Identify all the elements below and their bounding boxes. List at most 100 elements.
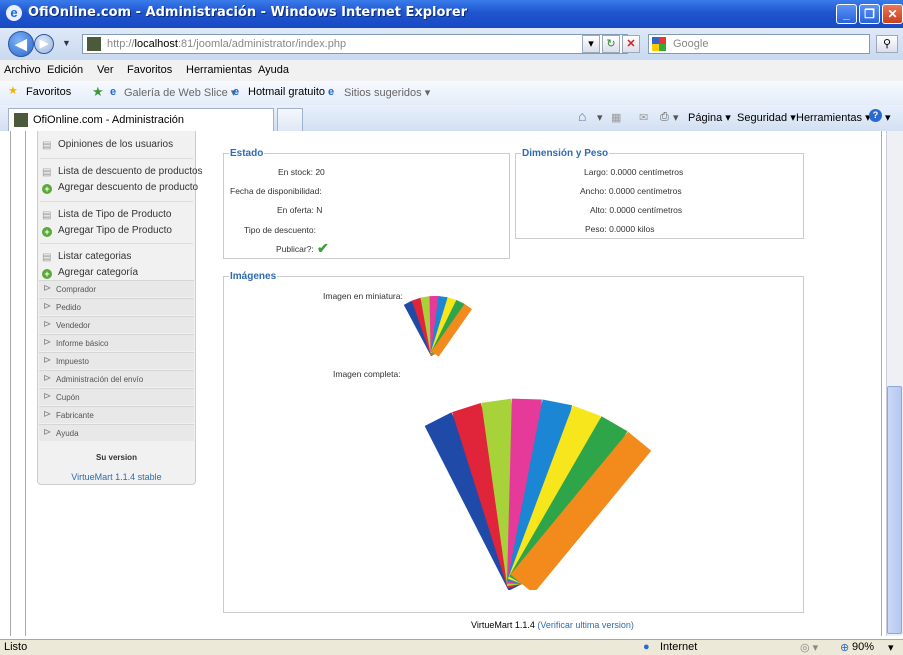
- sidebar-group-fabricante[interactable]: ⊳ Fabricante: [39, 406, 194, 423]
- sidebar-group-informe[interactable]: ⊳ Informe básico: [39, 334, 194, 351]
- search-icon[interactable]: ⚲: [876, 35, 898, 53]
- sidebar-group-vendedor[interactable]: ⊳ Vendedor: [39, 316, 194, 333]
- home-dropdown-icon[interactable]: ▾: [597, 111, 603, 124]
- group-label: Fabricante: [56, 411, 94, 420]
- stock-label: En stock: 20: [278, 167, 325, 177]
- dimension-legend: Dimensión y Peso: [521, 148, 610, 159]
- product-full-image[interactable]: [398, 394, 662, 594]
- oferta-label: En oferta: N: [277, 205, 323, 215]
- status-bar: Listo ● Internet ◎ ▾ ⊕ 90% ▾: [0, 639, 903, 655]
- sidebar-group-impuesto[interactable]: ⊳ Impuesto: [39, 352, 194, 369]
- zoom-level[interactable]: 90%: [852, 641, 874, 653]
- sidebar-group-comprador[interactable]: ⊳ Comprador: [39, 280, 194, 297]
- status-text: Listo: [4, 641, 28, 653]
- completa-label: Imagen completa:: [333, 369, 401, 379]
- sidebar-item-listar-categorias[interactable]: Listar categorias: [58, 251, 131, 262]
- feeds-icon[interactable]: ▦: [611, 111, 621, 124]
- menu-favoritos[interactable]: Favoritos: [127, 64, 172, 76]
- tab-active[interactable]: OfiOnline.com - Administración: [8, 108, 274, 131]
- url-host: localhost: [134, 38, 178, 50]
- forward-button[interactable]: ▶: [34, 34, 54, 54]
- document-icon: ▤: [42, 210, 52, 221]
- full-fan-graphic: [424, 398, 652, 594]
- group-label: Administración del envío: [56, 375, 144, 384]
- favorites-bar: ★ Favoritos ★ e Galería de Web Slice ▾ e…: [0, 81, 903, 106]
- help-dropdown-icon[interactable]: ▾: [885, 111, 891, 124]
- help-icon[interactable]: ?: [869, 109, 882, 122]
- refresh-icon[interactable]: ↻: [602, 35, 620, 53]
- sidebar-item-lista-tipo[interactable]: Lista de Tipo de Producto: [58, 209, 171, 220]
- thumbnail-fan-graphic: [403, 295, 472, 357]
- pagina-menu[interactable]: Página ▾: [688, 111, 731, 124]
- sidebar-item-agregar-descuento[interactable]: Agregar descuento de producto: [58, 182, 198, 193]
- group-label: Impuesto: [56, 357, 89, 366]
- expand-icon: ⊳: [43, 319, 52, 330]
- favorites-item-suggested[interactable]: Sitios sugeridos ▾: [344, 86, 430, 99]
- url-prefix: http://: [107, 38, 135, 50]
- address-bar: ◀ ▶ ▼ http://localhost:81/joomla/adminis…: [0, 28, 903, 60]
- favorites-item-webslice[interactable]: Galería de Web Slice ▾: [124, 86, 236, 99]
- admin-sidebar: ▤ Opiniones de los usuarios ▤ Lista de d…: [37, 131, 203, 485]
- sidebar-group-ayuda[interactable]: ⊳ Ayuda: [39, 424, 194, 441]
- tab-favicon-icon: [14, 113, 28, 127]
- print-dropdown-icon[interactable]: ▾: [673, 111, 679, 124]
- add-icon: +: [42, 227, 52, 237]
- sidebar-item-agregar-categoria[interactable]: Agregar categoría: [58, 267, 138, 278]
- sidebar-group-envio[interactable]: ⊳ Administración del envío: [39, 370, 194, 387]
- new-tab-button[interactable]: [277, 108, 303, 131]
- hotmail-ie-icon: e: [233, 86, 240, 98]
- menu-ayuda[interactable]: Ayuda: [258, 64, 289, 76]
- group-label: Comprador: [56, 285, 97, 294]
- add-favorite-icon[interactable]: ★: [92, 84, 104, 100]
- close-button[interactable]: ✕: [882, 4, 903, 24]
- internet-globe-icon: ●: [643, 641, 650, 653]
- search-placeholder: Google: [673, 38, 709, 50]
- miniatura-label: Imagen en miniatura:: [323, 291, 403, 301]
- sidebar-group-pedido[interactable]: ⊳ Pedido: [39, 298, 194, 315]
- document-icon: ▤: [42, 140, 52, 151]
- herramientas-menu[interactable]: Herramientas ▾: [796, 111, 871, 124]
- zoom-icon[interactable]: ⊕: [840, 641, 849, 654]
- favorites-item-hotmail[interactable]: Hotmail gratuito: [248, 86, 325, 98]
- print-icon[interactable]: ⎙: [660, 111, 669, 124]
- sidebar-item-opiniones[interactable]: Opiniones de los usuarios: [58, 139, 173, 150]
- group-label: Pedido: [56, 303, 81, 312]
- favorites-button[interactable]: Favoritos: [26, 86, 71, 98]
- url-dropdown-icon[interactable]: ▾: [582, 35, 600, 53]
- peso-label: Peso: 0.0000 kilos: [585, 224, 655, 234]
- expand-icon: ⊳: [43, 427, 52, 438]
- version-title: Su version: [96, 453, 137, 462]
- expand-icon: ⊳: [43, 355, 52, 366]
- seguridad-menu[interactable]: Seguridad ▾: [737, 111, 796, 124]
- window-title: OfiOnline.com - Administración - Windows…: [28, 5, 468, 20]
- product-thumbnail-image[interactable]: [398, 292, 478, 358]
- suggested-sites-icon: e: [328, 86, 335, 98]
- menu-edicion[interactable]: Edición: [47, 64, 83, 76]
- menu-herramientas[interactable]: Herramientas: [186, 64, 252, 76]
- check-version-link[interactable]: (Verificar ultima version): [537, 620, 634, 630]
- stop-icon[interactable]: ✕: [622, 35, 640, 53]
- maximize-button[interactable]: ❐: [859, 4, 880, 24]
- menu-archivo[interactable]: Archivo: [4, 64, 41, 76]
- sidebar-item-lista-descuento[interactable]: Lista de descuento de productos: [58, 166, 203, 177]
- back-button[interactable]: ◀: [8, 31, 34, 57]
- tab-title: OfiOnline.com - Administración: [33, 114, 184, 126]
- largo-label: Largo: 0.0000 centímetros: [584, 167, 684, 177]
- expand-icon: ⊳: [43, 409, 52, 420]
- url-field[interactable]: http://localhost:81/joomla/administrator…: [82, 34, 628, 54]
- search-field[interactable]: Google: [648, 34, 870, 54]
- zoom-dropdown-icon[interactable]: ▾: [888, 641, 894, 654]
- estado-legend: Estado: [229, 148, 265, 159]
- group-label: Ayuda: [56, 429, 79, 438]
- sidebar-divider: [40, 158, 193, 159]
- minimize-button[interactable]: _: [836, 4, 857, 24]
- scrollbar-thumb[interactable]: [887, 386, 902, 634]
- descuento-label: Tipo de descuento:: [244, 225, 316, 235]
- sidebar-group-cupon[interactable]: ⊳ Cupón: [39, 388, 194, 405]
- mail-icon[interactable]: ✉: [639, 111, 648, 124]
- expand-icon: ⊳: [43, 283, 52, 294]
- recent-pages-dropdown[interactable]: ▼: [62, 38, 71, 48]
- home-icon[interactable]: ⌂: [578, 108, 586, 124]
- menu-ver[interactable]: Ver: [97, 64, 114, 76]
- sidebar-item-agregar-tipo[interactable]: Agregar Tipo de Producto: [58, 225, 172, 236]
